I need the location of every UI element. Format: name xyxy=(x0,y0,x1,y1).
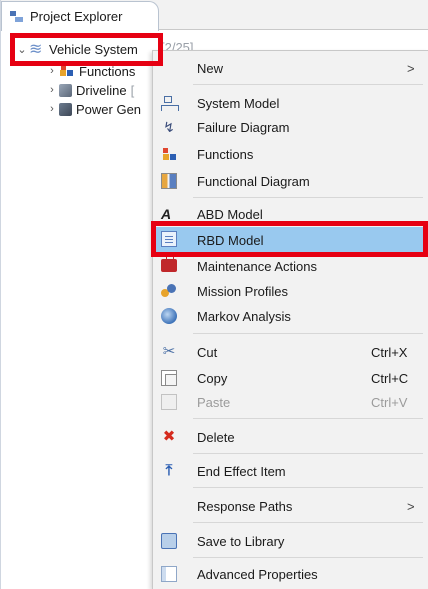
tree-item-label: Driveline xyxy=(76,82,127,98)
tree-item-functions[interactable]: › Functions xyxy=(45,62,135,80)
shortcut-label: Ctrl+V xyxy=(371,394,408,410)
tree-item-vehicle-system[interactable]: ⌄ Vehicle System xyxy=(15,39,138,59)
menu-separator xyxy=(193,333,423,334)
menu-separator xyxy=(193,197,423,198)
shortcut-label: Ctrl+X xyxy=(371,344,408,360)
scissors-icon: ✂ xyxy=(162,343,176,360)
menu-item-new[interactable]: New > xyxy=(153,56,428,80)
save-to-library-icon xyxy=(161,533,177,549)
abd-model-icon: A xyxy=(161,206,172,222)
tab-title: Project Explorer xyxy=(30,9,123,24)
menu-separator xyxy=(193,487,423,488)
menu-item-delete[interactable]: ✖ Delete xyxy=(153,425,428,449)
menu-item-functional-diagram[interactable]: Functional Diagram xyxy=(153,169,428,193)
rbd-model-icon xyxy=(161,231,177,247)
menu-separator xyxy=(193,418,423,419)
menu-item-rbd-model[interactable]: RBD Model xyxy=(153,227,428,253)
menu-item-mission-profiles[interactable]: Mission Profiles xyxy=(153,279,428,303)
shortcut-label: Ctrl+C xyxy=(371,370,409,386)
view-tabstrip: Project Explorer xyxy=(1,0,428,31)
system-model-icon xyxy=(161,95,179,111)
chevron-right-icon[interactable]: › xyxy=(45,84,59,96)
chevron-right-icon: > xyxy=(407,498,415,514)
subsystem-icon xyxy=(59,83,72,97)
toolbox-icon xyxy=(161,256,177,272)
delete-icon: ✖ xyxy=(162,428,176,445)
tab-project-explorer[interactable]: Project Explorer xyxy=(1,1,159,31)
menu-item-advanced-properties[interactable]: Advanced Properties xyxy=(153,562,428,586)
tree-item-label: Vehicle System xyxy=(49,41,138,57)
functions-icon xyxy=(59,64,75,78)
menu-item-failure-diagram[interactable]: ↯ Failure Diagram xyxy=(153,115,428,139)
tree-item-driveline[interactable]: › Driveline [ xyxy=(45,81,134,99)
menu-item-paste[interactable]: Paste Ctrl+V xyxy=(153,390,428,414)
end-effect-icon: ⤒ xyxy=(165,462,173,479)
menu-item-abd-model[interactable]: A ABD Model xyxy=(153,202,428,226)
chevron-right-icon[interactable]: › xyxy=(45,65,59,77)
menu-separator xyxy=(193,522,423,523)
failure-diagram-icon: ↯ xyxy=(163,119,175,135)
menu-item-end-effect-item[interactable]: ⤒ End Effect Item xyxy=(153,459,428,483)
tree-item-count: [ xyxy=(130,82,135,98)
chevron-right-icon[interactable]: › xyxy=(45,103,59,115)
properties-icon xyxy=(161,566,177,582)
tree-item-label: Power Gen xyxy=(76,101,142,117)
chevron-right-icon: > xyxy=(407,60,415,76)
menu-separator xyxy=(193,557,423,558)
power-icon xyxy=(59,102,72,116)
project-explorer-icon xyxy=(10,10,24,23)
functional-diagram-icon xyxy=(161,173,177,189)
menu-item-response-paths[interactable]: Response Paths > xyxy=(153,494,428,518)
mission-profiles-icon xyxy=(161,283,177,299)
paste-icon xyxy=(161,394,177,410)
menu-item-maintenance-actions[interactable]: Maintenance Actions xyxy=(153,254,428,278)
menu-item-save-to-library[interactable]: Save to Library xyxy=(153,529,428,553)
menu-item-functions[interactable]: Functions xyxy=(153,142,428,166)
menu-separator xyxy=(193,453,423,454)
functions-icon xyxy=(161,146,177,162)
menu-item-markov-analysis[interactable]: Markov Analysis xyxy=(153,304,428,328)
markov-analysis-icon xyxy=(161,308,177,324)
tree-item-power-gen[interactable]: › Power Gen xyxy=(45,100,141,118)
menu-separator xyxy=(193,84,423,85)
menu-item-cut[interactable]: ✂ Cut Ctrl+X xyxy=(153,340,428,364)
tree-item-label: Functions xyxy=(79,63,136,79)
system-icon xyxy=(29,39,45,59)
context-menu: New > System Model ↯ Failure Diagram Fun… xyxy=(152,50,428,589)
menu-item-system-model[interactable]: System Model xyxy=(153,91,428,115)
menu-item-copy[interactable]: Copy Ctrl+C xyxy=(153,366,428,390)
chevron-down-icon[interactable]: ⌄ xyxy=(15,43,29,56)
copy-icon xyxy=(161,370,177,386)
